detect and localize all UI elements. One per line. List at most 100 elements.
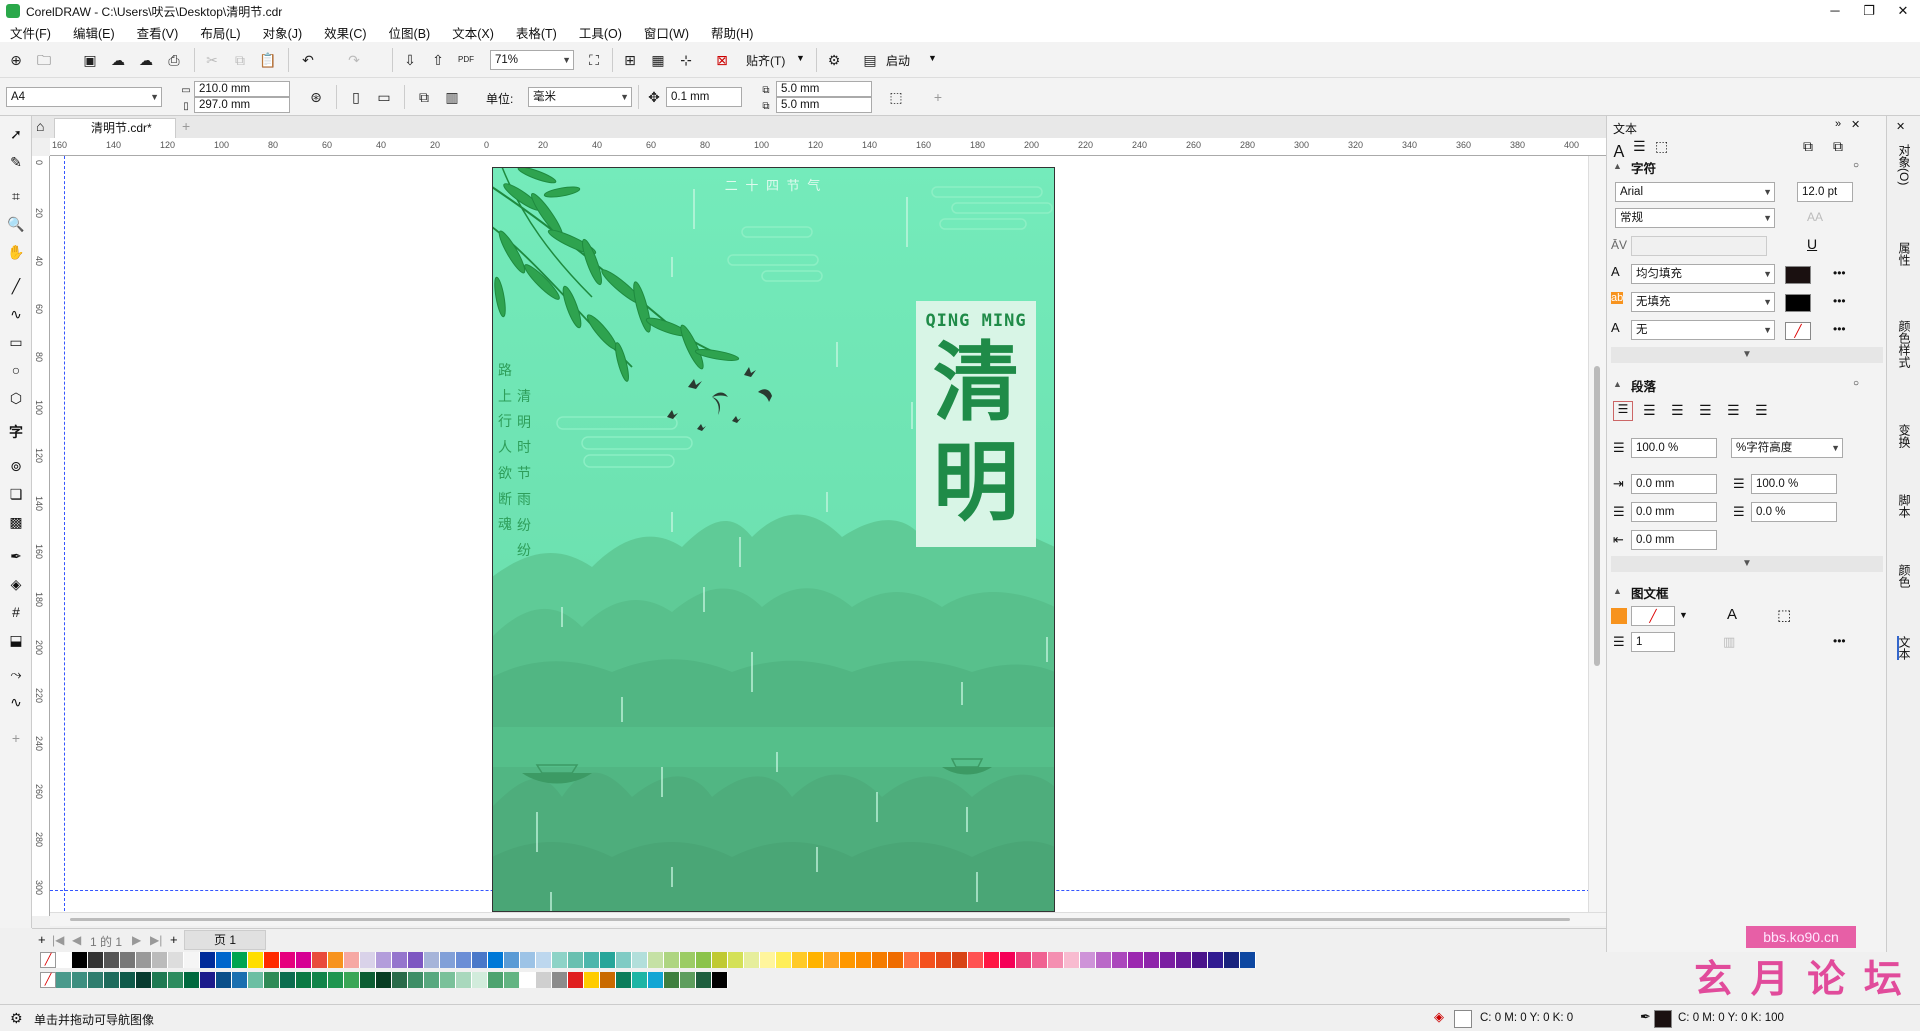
palette-swatch[interactable] [712, 952, 728, 968]
palette-swatch[interactable] [424, 972, 440, 988]
palette-swatch[interactable] [264, 952, 280, 968]
palette-swatch[interactable] [168, 952, 184, 968]
palette-swatch[interactable] [680, 952, 696, 968]
paragraph-settings-icon[interactable]: ○ [1853, 378, 1859, 389]
palette-swatch[interactable] [152, 952, 168, 968]
tab-color[interactable]: 颜色 [1897, 564, 1913, 588]
palette-swatch[interactable] [808, 952, 824, 968]
indent-right-field[interactable]: 0.0 mm [1631, 530, 1717, 550]
word-spacing-field[interactable]: 0.0 % [1751, 502, 1837, 522]
page-height-field[interactable]: 297.0 mm [194, 97, 290, 113]
palette-swatch[interactable] [88, 952, 104, 968]
minimize-button[interactable]: ─ [1818, 0, 1852, 22]
menu-edit[interactable]: 编辑(E) [73, 23, 115, 42]
palette-swatch[interactable] [152, 972, 168, 988]
palette-swatch[interactable] [600, 952, 616, 968]
home-icon[interactable]: ⌂ [36, 118, 44, 134]
force-justify-icon[interactable]: ☰ [1755, 402, 1768, 419]
palette-swatch[interactable] [552, 972, 568, 988]
palette-swatch[interactable] [376, 972, 392, 988]
palette-swatch[interactable] [1176, 952, 1192, 968]
drawing-canvas[interactable]: 二 十 四 节 气 QING MING 清 明 路 上 行 人 欲 断 魂 清 … [50, 156, 1606, 916]
rectangle-tool-icon[interactable]: ▭ [6, 332, 26, 352]
palette-swatch[interactable] [1048, 952, 1064, 968]
palette-swatch[interactable] [200, 952, 216, 968]
palette-swatch[interactable] [536, 972, 552, 988]
next-page-icon[interactable]: ▶ [132, 933, 141, 947]
full-screen-icon[interactable]: ⛶ [584, 50, 604, 70]
fill-color-swatch[interactable] [1785, 266, 1811, 284]
pan-tool-icon[interactable]: ✋ [6, 242, 26, 262]
character-settings-icon[interactable]: ○ [1853, 160, 1859, 171]
add-page-before-icon[interactable]: + [38, 932, 46, 947]
underline-icon[interactable]: U [1807, 236, 1817, 252]
font-select[interactable]: Arial ▼ [1615, 182, 1775, 202]
tab-color-styles[interactable]: 颜色样式 [1897, 320, 1913, 368]
palette-swatch[interactable] [872, 952, 888, 968]
palette-swatch[interactable] [1128, 952, 1144, 968]
palette-swatch[interactable] [568, 952, 584, 968]
font-style-select[interactable]: 常规 ▼ [1615, 208, 1775, 228]
palette-swatch[interactable] [632, 972, 648, 988]
smart-fill-icon[interactable]: ⬓ [6, 630, 26, 650]
menu-text[interactable]: 文本(X) [452, 23, 494, 42]
horizontal-ruler[interactable]: 160 140 120 100 80 60 40 20 0 20 40 60 80 100 120 140 16… [50, 138, 1606, 156]
palette-swatch[interactable] [440, 972, 456, 988]
palette-swatch[interactable] [216, 972, 232, 988]
publish-pdf-icon[interactable]: PDF [456, 50, 476, 70]
all-pages-icon[interactable]: ⧉ [414, 87, 434, 107]
interactive-fill-icon[interactable]: ◈ [6, 574, 26, 594]
palette-swatch[interactable] [552, 952, 568, 968]
menu-effects[interactable]: 效果(C) [324, 23, 366, 42]
align-left-icon[interactable]: ☰ [1643, 402, 1656, 419]
page-tab[interactable]: 页 1 [184, 930, 266, 950]
palette-swatch[interactable] [376, 952, 392, 968]
palette-swatch[interactable] [840, 952, 856, 968]
palette-swatch[interactable] [920, 952, 936, 968]
palette-swatch[interactable] [696, 972, 712, 988]
prev-page-icon[interactable]: ◀ [72, 933, 81, 947]
palette-swatch[interactable] [232, 972, 248, 988]
last-page-icon[interactable]: ▶| [150, 933, 162, 947]
first-page-icon[interactable]: |◀ [52, 933, 64, 947]
docker-close-icon[interactable]: ✕ [1851, 118, 1860, 131]
palette-swatch[interactable] [344, 952, 360, 968]
palette-swatch[interactable] [200, 972, 216, 988]
palette-swatch[interactable] [680, 972, 696, 988]
palette-swatch[interactable] [760, 952, 776, 968]
palette-swatch[interactable] [248, 952, 264, 968]
treat-as-filled-icon[interactable]: ⬚ [886, 87, 906, 107]
copy-icon[interactable]: ⧉ [230, 50, 250, 70]
redo-icon[interactable]: ↷ [344, 50, 364, 70]
fill-type-select[interactable]: 均匀填充 ▼ [1631, 264, 1775, 284]
launch-icon[interactable]: ▤ [860, 50, 880, 70]
palette-swatch[interactable] [56, 972, 72, 988]
palette-swatch[interactable] [280, 952, 296, 968]
palette-swatch[interactable] [616, 952, 632, 968]
outline-color-indicator[interactable] [1654, 1010, 1672, 1028]
palette-swatch[interactable] [344, 972, 360, 988]
palette-swatch[interactable] [408, 952, 424, 968]
palette-swatch[interactable] [392, 972, 408, 988]
palette-swatch[interactable] [952, 952, 968, 968]
frame-tab-icon[interactable]: ⬚ [1655, 138, 1668, 155]
duplicate-x-field[interactable]: 5.0 mm [776, 81, 872, 97]
more-options-icon[interactable]: ••• [1833, 322, 1846, 336]
palette-swatch[interactable] [184, 972, 200, 988]
palette-swatch[interactable] [136, 952, 152, 968]
indent-left-field[interactable]: 0.0 mm [1631, 474, 1717, 494]
tab-properties[interactable]: 属性 [1897, 242, 1913, 266]
palette-swatch[interactable] [728, 952, 744, 968]
palette-swatch[interactable] [1032, 952, 1048, 968]
palette-swatch[interactable] [1224, 952, 1240, 968]
add-icon[interactable]: + [928, 87, 948, 107]
palette-swatch[interactable] [744, 952, 760, 968]
palette-swatch[interactable] [392, 952, 408, 968]
show-grid-icon[interactable]: ▦ [648, 50, 668, 70]
palette-swatch[interactable] [168, 972, 184, 988]
menu-window[interactable]: 窗口(W) [644, 23, 689, 42]
palette-swatch[interactable] [584, 972, 600, 988]
menu-layout[interactable]: 布局(L) [200, 23, 240, 42]
palette-swatch[interactable] [232, 952, 248, 968]
dimension-tool-icon[interactable]: ∿ [6, 692, 26, 712]
